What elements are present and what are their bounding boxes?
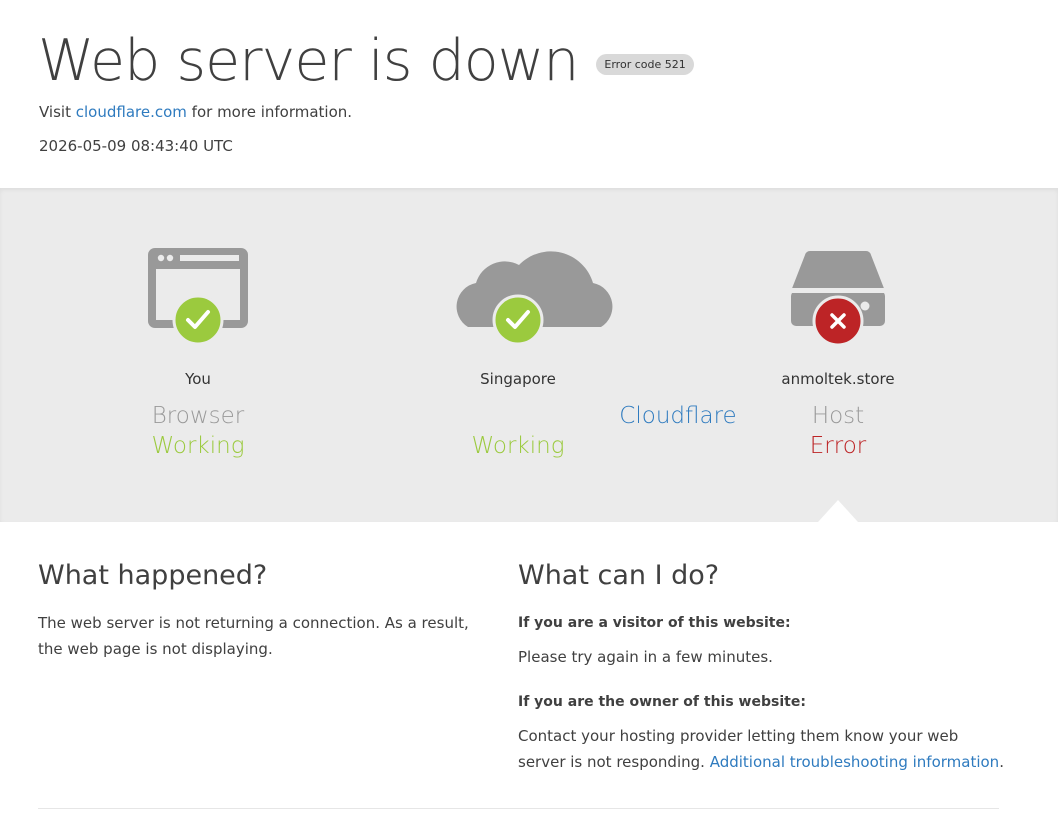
visit-suffix: for more information. [191, 103, 353, 121]
cloudflare-link[interactable]: cloudflare.com [76, 103, 187, 121]
node-label: Browser [151, 403, 245, 429]
error-pointer [818, 500, 858, 522]
what-can-i-do-section: What can I do? If you are a visitor of t… [518, 556, 1008, 775]
visit-prefix: Visit [39, 103, 71, 121]
browser-icon [148, 248, 248, 344]
what-happened-body: The web server is not returning a connec… [38, 614, 469, 658]
what-happened-section: What happened? The web server is not ret… [38, 556, 478, 662]
title-row: Web server is down Error code 521 [38, 26, 694, 96]
owner-suffix: . [999, 753, 1004, 771]
node-location: anmoltek.store [781, 370, 895, 388]
node-label: Host [811, 403, 865, 429]
status-band: You Browser Working Singapore Cloudflare… [0, 188, 1058, 522]
footer-divider [38, 808, 999, 809]
page-title: Web server is down [38, 28, 579, 94]
owner-body-paragraph: Contact your hosting provider letting th… [518, 723, 1008, 775]
troubleshooting-link[interactable]: Additional troubleshooting information [710, 753, 999, 771]
error-code-badge: Error code 521 [596, 53, 694, 75]
cloud-icon [456, 251, 613, 344]
visit-line: Visit cloudflare.com for more informatio… [39, 103, 352, 121]
node-status: Error [809, 433, 867, 459]
header: Web server is down Error code 521 Visit … [0, 0, 1058, 188]
node-status: Working [151, 433, 245, 459]
x-icon [812, 295, 864, 344]
timestamp: 2026-05-09 08:43:40 UTC [39, 137, 233, 155]
what-happened-heading: What happened? [38, 560, 268, 591]
check-icon [172, 294, 224, 344]
owner-heading: If you are the owner of this website: [518, 694, 806, 710]
node-location: You [185, 370, 211, 388]
check-icon [492, 294, 544, 344]
node-location: Singapore [480, 370, 556, 388]
server-icon [791, 250, 885, 344]
visitor-body: Please try again in a few minutes. [518, 648, 773, 666]
node-status: Working [471, 433, 565, 459]
visitor-heading: If you are a visitor of this website: [518, 615, 791, 631]
what-can-i-do-heading: What can I do? [518, 560, 720, 591]
